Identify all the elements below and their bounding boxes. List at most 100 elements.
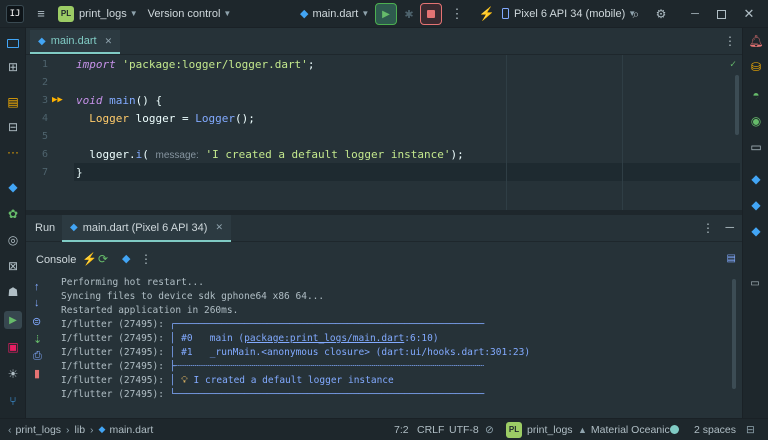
run-tab-main-dart[interactable]: ◆ main.dart (Pixel 6 API 34) ✕ (62, 215, 231, 242)
editor-tab-bar: ◆ main.dart ✕ ⋮ (26, 28, 742, 55)
database-icon[interactable]: ⛁ (747, 58, 765, 76)
scroll-up-icon[interactable]: ↑ (34, 281, 40, 293)
notifications-icon[interactable]: 🔔︎ (747, 32, 765, 50)
minimize-button[interactable]: ─ (684, 3, 706, 25)
theme-indicator[interactable]: ▲ Material Oceanic (578, 424, 670, 436)
breadcrumb-item[interactable]: main.dart (109, 424, 153, 436)
console-scrollbar[interactable] (732, 279, 736, 389)
project-selector[interactable]: PL print_logs ▼ (58, 0, 138, 28)
flutter-devtools-icon[interactable]: ◆ (122, 252, 130, 265)
indent-setting[interactable]: 2 spaces (694, 424, 736, 436)
device-manager-icon[interactable]: ✿ (4, 205, 22, 223)
console-more-icon[interactable]: ⋮ (140, 252, 152, 266)
app-inspection-icon[interactable]: ◎ (4, 231, 22, 249)
console-output[interactable]: Performing hot restart... Syncing files … (54, 273, 736, 413)
title-bar: IJ ≡ PL print_logs ▼ Version control ▼ ◆… (0, 0, 768, 28)
close-tab-icon[interactable]: ✕ (105, 36, 113, 47)
settings-icon[interactable]: ⚙ (650, 3, 672, 25)
bookmarks-icon[interactable]: ▤ (4, 93, 22, 111)
left-tool-strip: ⊞ ▤ ⊟ ··· ◆ ✿ ◎ ⊠ ☗ ▶ ▣ ☀ ⑂ (0, 28, 26, 418)
scroll-down-icon[interactable]: ↓ (34, 297, 40, 309)
stop-button[interactable] (420, 3, 442, 25)
terminal-icon[interactable]: ▣ (4, 338, 22, 356)
scroll-to-end-icon[interactable]: ⇣ (33, 333, 42, 346)
flutter-outline-icon[interactable]: ◆ (747, 170, 765, 188)
console-line: Performing hot restart... (61, 277, 204, 288)
console-wrap-icon[interactable]: ▭ (744, 278, 766, 289)
more-actions-icon[interactable]: ⋮ (446, 3, 468, 25)
code-editor[interactable]: 1 2 3 ▶▶ 4 5 6 7 import 'package:logger/… (26, 55, 742, 210)
console-line: Syncing files to device sdk gphone64 x86… (61, 291, 325, 302)
run-tool-icon[interactable]: ▶ (4, 311, 22, 329)
ide-window: IJ ≡ PL print_logs ▼ Version control ▼ ◆… (0, 0, 768, 440)
hot-reload-icon[interactable]: ⚡ (476, 3, 498, 25)
structure-icon[interactable]: ⊞ (4, 58, 22, 76)
debug-button[interactable]: ✱ (398, 3, 420, 25)
search-icon[interactable]: ⌕ (625, 3, 647, 25)
project-badge: PL (58, 5, 74, 22)
build-variants-icon[interactable]: ⊟ (4, 118, 22, 136)
close-button[interactable]: ✕ (738, 3, 760, 25)
run-config-selector[interactable]: ◆ main.dart ▼ (300, 0, 369, 28)
source-link[interactable]: package:print_logs/main.dart (244, 333, 404, 344)
more-tools-icon[interactable]: ··· (4, 143, 22, 161)
main-menu-icon[interactable]: ≡ (30, 3, 52, 25)
print-icon[interactable]: ⎙ (33, 350, 42, 363)
vcs-selector[interactable]: Version control ▼ (148, 0, 232, 28)
theme-dot-icon[interactable] (670, 425, 679, 434)
breadcrumb-item[interactable]: print_logs (16, 424, 62, 436)
run-tab-label: main.dart (Pixel 6 API 34) (82, 221, 208, 234)
flutter-deeplinks-icon[interactable]: ◆ (747, 222, 765, 240)
flutter-icon: ◆ (70, 222, 78, 233)
vcs-label: Version control (147, 7, 221, 20)
editor-options-icon[interactable]: ⋮ (724, 34, 736, 48)
device-file-icon[interactable]: ▭ (747, 138, 765, 156)
problems-icon[interactable]: ☀ (4, 365, 22, 383)
hide-panel-icon[interactable]: ─ (725, 220, 734, 234)
stack-frame-number: #0 (181, 333, 193, 344)
layout-icon[interactable]: ▤ (727, 253, 736, 264)
function-name: main (109, 94, 136, 107)
hot-restart-icon[interactable]: ⟳ (98, 252, 108, 266)
status-bar: ‹ print_logs › lib › ◆ main.dart 7:2 CRL… (0, 418, 768, 440)
folder-icon: ‹ (8, 423, 12, 436)
run-options-icon[interactable]: ⋮ (702, 221, 714, 235)
status-project-name: print_logs (527, 423, 573, 436)
flutter-inspector-icon[interactable]: ◆ (4, 178, 22, 196)
log-box-side: │ (169, 375, 176, 386)
maximize-button[interactable] (710, 3, 732, 25)
memory-indicator-icon[interactable]: ⊟ (746, 424, 755, 436)
line-ending[interactable]: CRLF (417, 424, 444, 436)
project-view-icon[interactable] (4, 34, 22, 52)
close-tab-icon[interactable]: ✕ (215, 222, 223, 233)
logcat-icon[interactable]: ☗ (4, 283, 22, 301)
hot-reload-icon[interactable]: ⚡ (82, 252, 97, 266)
android-icon[interactable]: ◓ (747, 86, 765, 104)
gradle-icon[interactable]: ◉ (747, 112, 765, 130)
code-line-1: import 'package:logger/logger.dart'; (76, 58, 314, 71)
flutter-log-line: I/flutter (27495): ├┄┄┄┄┄┄┄┄┄┄┄┄┄┄┄┄┄┄┄┄… (61, 361, 484, 372)
flutter-performance-icon[interactable]: ◆ (747, 196, 765, 214)
console-side-strip: ↑ ↓ ⊜ ⇣ ⎙ ▮ (26, 273, 52, 413)
status-project[interactable]: PL print_logs (506, 421, 573, 438)
breadcrumb-item[interactable]: lib (75, 424, 86, 436)
no-problems-check-icon[interactable]: ✓ (730, 59, 736, 70)
device-label: Pixel 6 API 34 (mobile) (514, 7, 626, 20)
editor-tab-main-dart[interactable]: ◆ main.dart ✕ (30, 30, 121, 54)
ide-logo-icon[interactable]: IJ (6, 4, 24, 23)
punctuation: (); (234, 112, 255, 125)
file-encoding[interactable]: UTF-8 (449, 424, 479, 436)
readonly-lock-icon[interactable]: ⊘ (485, 424, 494, 436)
clear-console-icon[interactable]: ▮ (34, 367, 40, 380)
run-button[interactable]: ▶ (375, 3, 397, 25)
device-selector[interactable]: Pixel 6 API 34 (mobile) ▼ (502, 0, 636, 28)
type-name: Logger (89, 112, 129, 125)
dart-file-icon: ◆ (38, 35, 46, 47)
git-icon[interactable]: ⑂ (4, 392, 22, 410)
soft-wrap-icon[interactable]: ⊜ (32, 315, 41, 328)
console-tab[interactable]: Console (36, 254, 76, 266)
run-gutter-icon[interactable]: ▶▶ (52, 95, 63, 105)
android-studio-icon[interactable]: ⊠ (4, 257, 22, 275)
caret-position[interactable]: 7:2 (394, 424, 409, 436)
editor-scrollbar[interactable] (735, 75, 739, 135)
